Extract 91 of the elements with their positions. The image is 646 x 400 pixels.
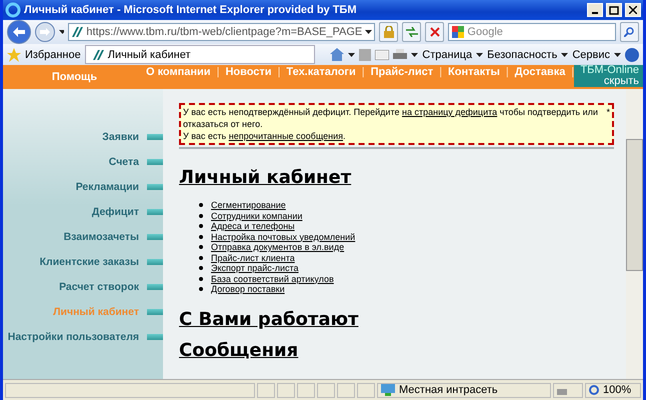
page-link[interactable]: Настройка почтовых уведомлений (211, 232, 356, 242)
status-pane (257, 382, 275, 398)
notice-text: У вас есть непрочитанные сообщения. (183, 130, 347, 142)
nav-separator: | (571, 66, 574, 78)
back-button[interactable] (7, 20, 31, 44)
site-logo-icon (71, 26, 84, 38)
page-link[interactable]: Сотрудники компании (211, 210, 302, 221)
nav-separator: | (506, 66, 509, 78)
minimize-button[interactable] (587, 3, 603, 17)
lock-button[interactable] (379, 22, 398, 42)
dropdown-arrow-icon[interactable] (561, 52, 568, 56)
page-link[interactable]: Прайс-лист клиента (211, 252, 295, 263)
star-icon[interactable] (7, 48, 21, 62)
forward-button[interactable] (35, 22, 55, 42)
nav-separator: | (278, 66, 280, 78)
page-link[interactable]: Договор поставки (211, 284, 285, 294)
zone-text: Местная интрасеть (399, 384, 498, 396)
page-link[interactable]: Адреса и телефоны (211, 221, 295, 232)
mail-icon[interactable] (375, 50, 390, 60)
favorites-button[interactable]: Избранное (25, 48, 81, 60)
page-link[interactable]: Сегментирование (211, 200, 286, 210)
sidebar-item[interactable]: Счета (108, 154, 163, 170)
hide-link[interactable]: скрыть (604, 76, 639, 87)
nav-separator: | (216, 66, 220, 78)
site-logo-icon (92, 48, 104, 60)
status-pane (337, 382, 355, 398)
status-pane (317, 382, 335, 398)
sidebar-item[interactable]: Клиентские заказы (40, 254, 163, 270)
scrollbar[interactable] (626, 89, 643, 379)
maximize-icon (609, 6, 619, 14)
status-pane (297, 382, 315, 398)
search-icon (624, 27, 634, 37)
window-title: Личный кабинет - Microsoft Internet Explorer provided by ТБМ (24, 4, 358, 16)
page-link[interactable]: База соответствий артикулов (211, 274, 334, 284)
dropdown-arrow-icon[interactable] (476, 52, 484, 56)
browser-logo-icon (5, 2, 21, 18)
stop-button[interactable] (425, 22, 444, 42)
bullet-icon (199, 266, 203, 270)
section-heading: Сообщения (179, 340, 298, 360)
sidebar-item[interactable]: Настройки пользователя (8, 329, 163, 345)
sidebar-item[interactable]: Рекламации (76, 179, 163, 195)
left-arrow-icon (13, 27, 25, 37)
close-icon (629, 6, 637, 14)
right-arrow-icon (40, 28, 50, 36)
bullet-icon (199, 224, 203, 228)
search-engine-icon (452, 26, 464, 38)
dropdown-arrow-icon[interactable] (365, 30, 372, 34)
page-link[interactable]: Экспорт прайс-листа (211, 263, 299, 274)
status-pane (277, 382, 295, 398)
refresh-button[interactable] (402, 22, 422, 42)
search-field[interactable]: Google (448, 23, 616, 41)
dropdown-arrow-icon[interactable] (59, 30, 64, 34)
status-pane (357, 382, 375, 398)
notice-link[interactable]: непрочитанные сообщения (228, 131, 344, 141)
zoom-control[interactable]: 100% (585, 382, 641, 398)
online-label: ТБМ-Online (580, 65, 639, 76)
stop-icon (430, 27, 440, 37)
sidebar-item[interactable]: Взаимозачеты (64, 229, 163, 245)
refresh-icon (406, 27, 418, 37)
bullet-icon (199, 287, 203, 292)
dropdown-arrow-icon[interactable] (411, 52, 418, 56)
bullet-icon (199, 256, 203, 260)
browser-tab[interactable]: Личный кабинет (84, 45, 315, 64)
network-icon (381, 384, 395, 396)
dropdown-arrow-icon[interactable] (348, 52, 356, 56)
notice-marker: * (606, 106, 610, 119)
section-heading: С Вами работают (179, 308, 358, 330)
search-button[interactable] (620, 22, 640, 42)
bullet-icon (199, 276, 203, 281)
zoom-text: 100% (603, 384, 632, 396)
section-heading: Личный кабинет (179, 167, 352, 188)
address-field[interactable]: https://www.tbm.ru/tbm-web/clientpage?m=BASE_PAGE (68, 23, 376, 41)
bullet-icon (199, 214, 203, 218)
command-menu[interactable]: Страница (422, 48, 472, 60)
bullet-icon (199, 234, 203, 239)
dropdown-arrow-icon[interactable] (614, 52, 621, 56)
command-menu[interactable]: Сервис (572, 48, 610, 60)
notice-link[interactable]: на страницу дефицита (402, 107, 498, 117)
command-menu[interactable]: Безопасность (487, 48, 558, 60)
sidebar-item[interactable]: Расчет створок (59, 279, 163, 295)
sidebar-item[interactable]: Заявки (102, 129, 163, 145)
notice-text: У вас есть неподтверждённый дефицит. Перейдите на страницу дефицита чтобы подтвердить или отказаться от него. (183, 106, 599, 130)
sidebar-item[interactable]: Дефицит (92, 204, 163, 220)
nav-separator: | (439, 66, 442, 78)
nav-separator: | (362, 66, 365, 78)
page-link[interactable]: Отправка документов в эл.виде (211, 242, 344, 252)
maximize-button[interactable] (606, 3, 622, 17)
bullet-icon (199, 245, 203, 250)
printer-icon[interactable] (393, 48, 408, 60)
bullet-icon (199, 203, 203, 208)
close-button[interactable] (625, 3, 641, 17)
